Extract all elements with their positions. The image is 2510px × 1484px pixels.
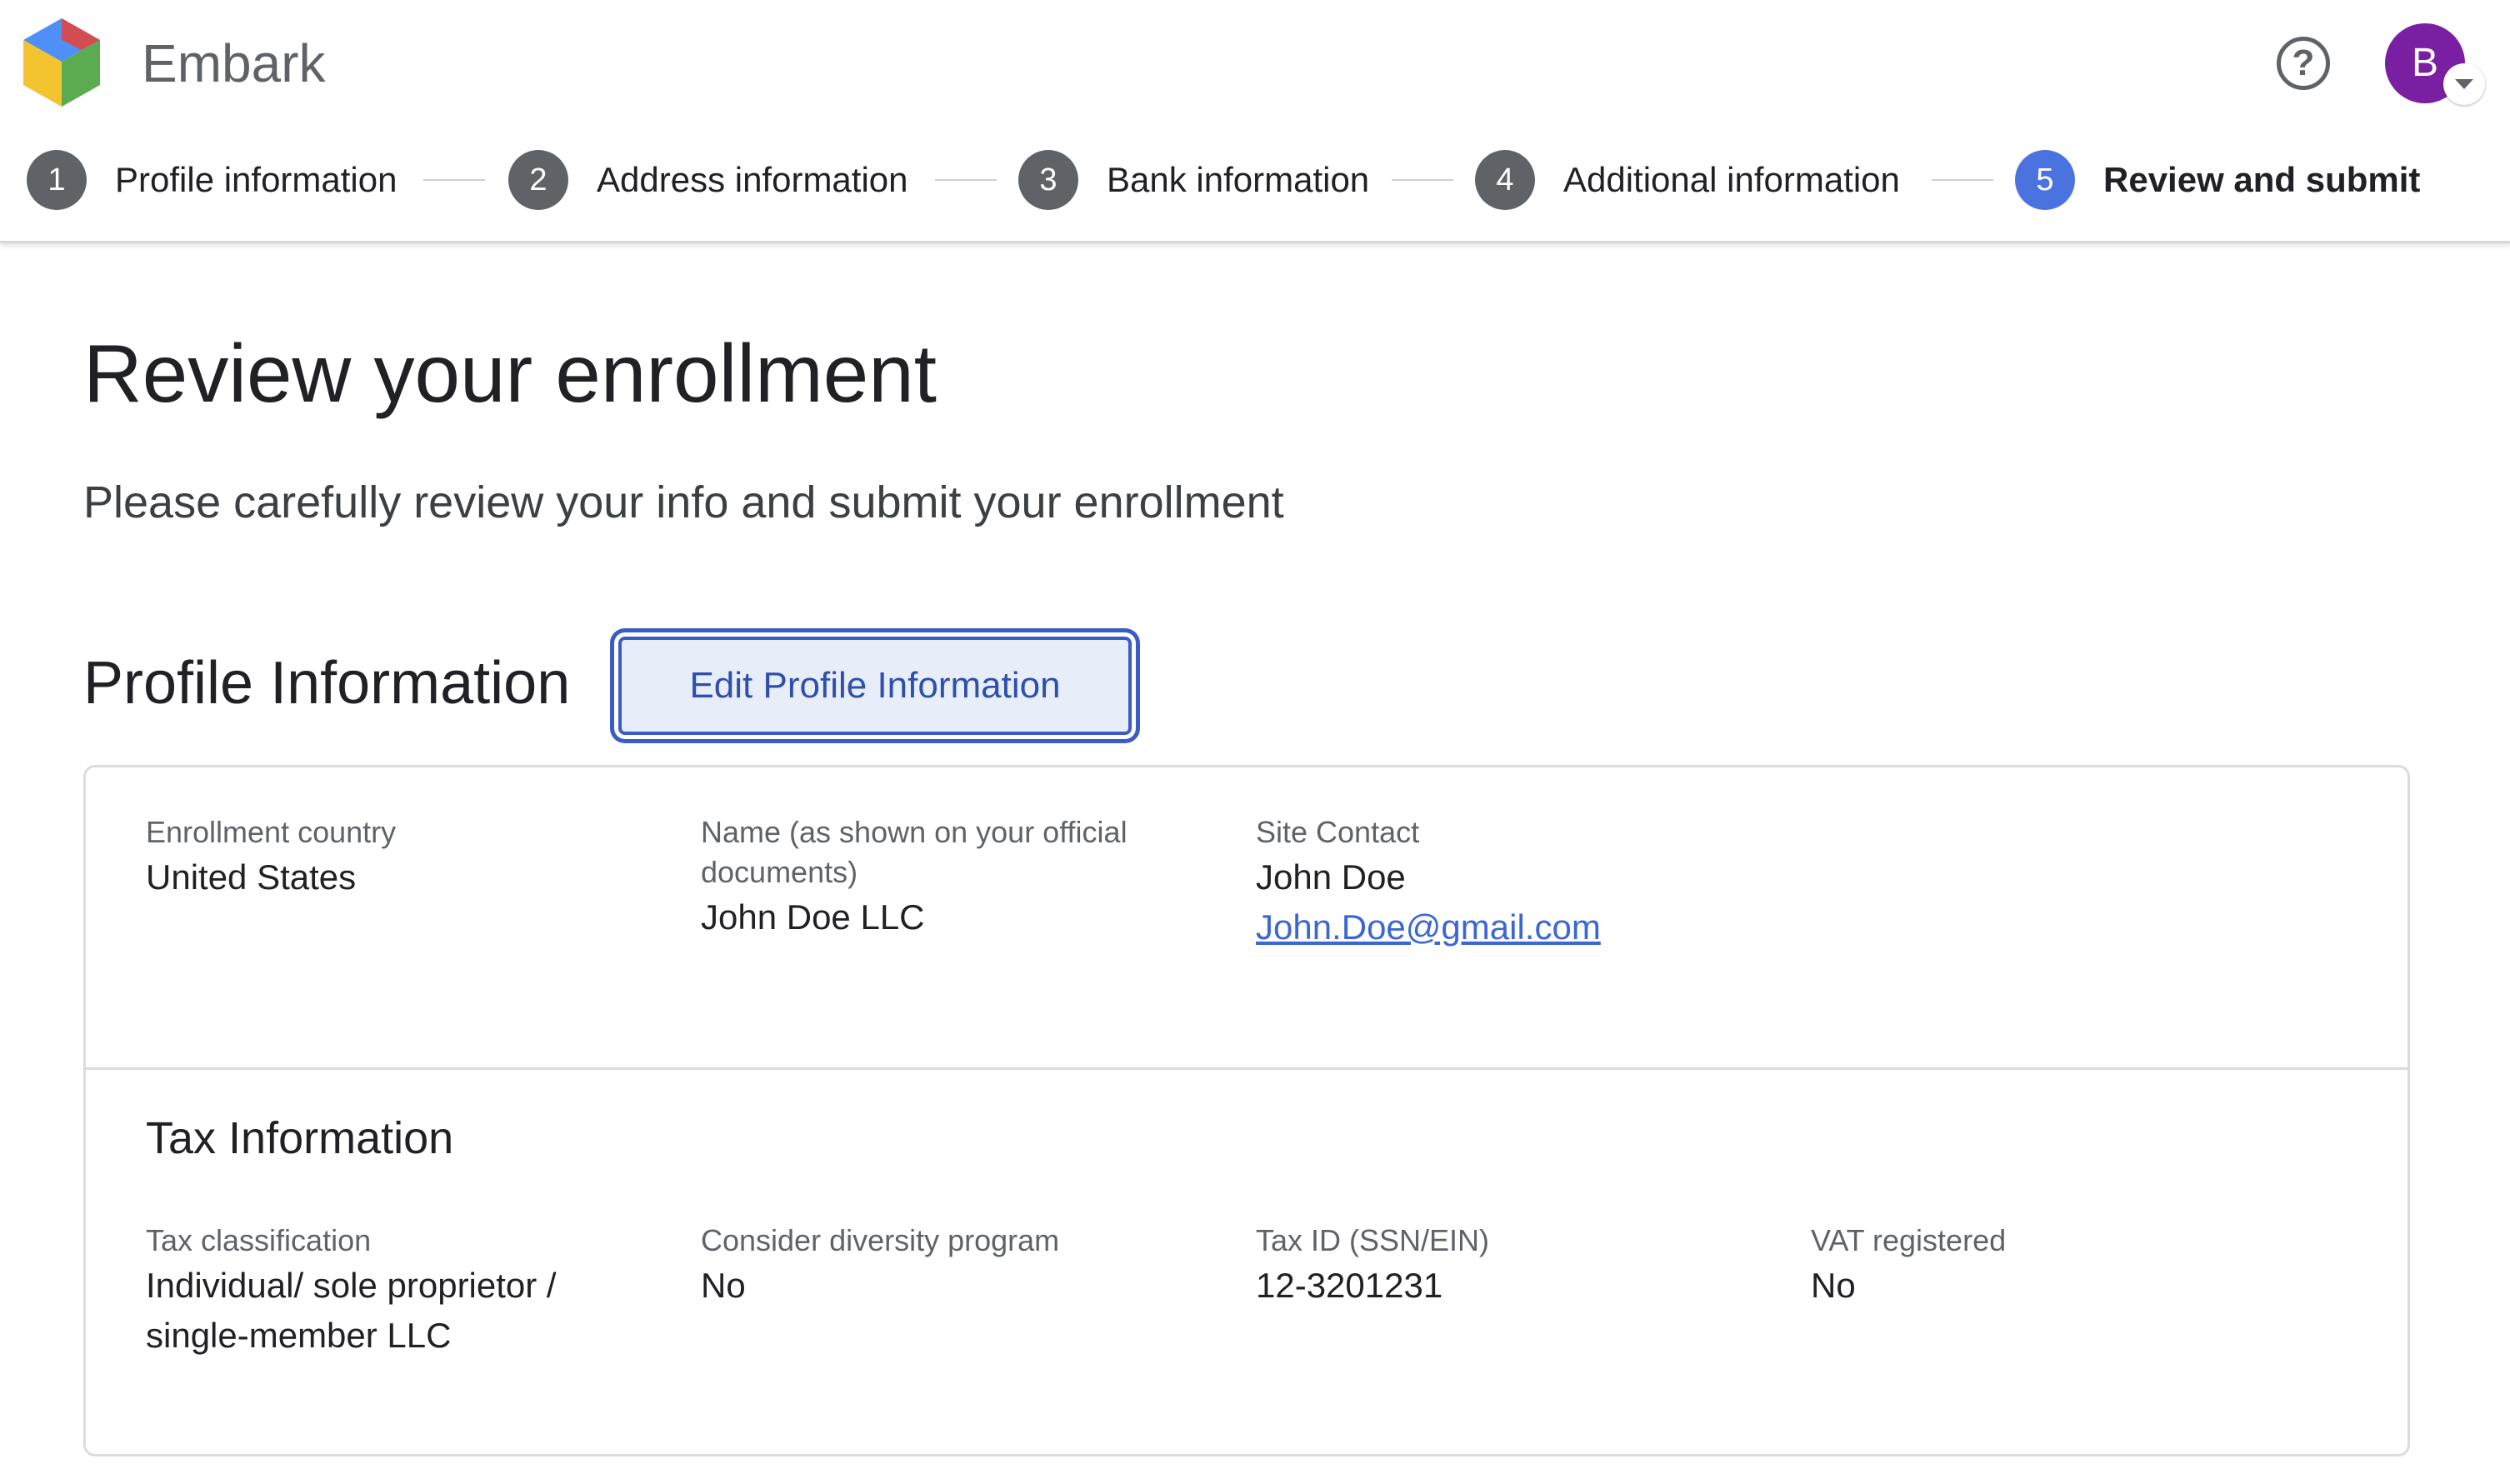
step-profile-information[interactable]: 1 Profile information	[27, 148, 397, 212]
step-connector	[423, 179, 485, 181]
field-value: 12-3201231	[1256, 1266, 1443, 1305]
step-number: 3	[1018, 150, 1078, 210]
step-connector	[1392, 179, 1453, 181]
tax-id-field: Tax ID (SSN/EIN) 12-3201231	[1256, 1221, 1756, 1311]
field-label: Site Contact	[1256, 815, 1420, 849]
field-value: No	[701, 1266, 746, 1305]
field-value: Individual/ sole proprietor / single-mem…	[146, 1266, 557, 1355]
step-label: Bank information	[1107, 160, 1370, 199]
card-divider	[86, 1067, 2408, 1070]
diversity-program-field: Consider diversity program No	[701, 1221, 1201, 1311]
step-number: 1	[27, 150, 87, 210]
field-label: Name (as shown on your official document…	[701, 815, 1128, 889]
page-title: Review your enrollment	[83, 327, 937, 419]
vat-registered-field: VAT registered No	[1811, 1221, 2311, 1311]
step-label: Additional information	[1563, 160, 1900, 199]
tax-section-title: Tax Information	[146, 1113, 454, 1163]
step-label: Address information	[597, 160, 908, 199]
step-number: 2	[508, 150, 568, 210]
site-contact-email-link[interactable]: John.Doe@gmail.com	[1256, 902, 1601, 952]
field-label: VAT registered	[1811, 1223, 2007, 1257]
step-number: 4	[1475, 150, 1535, 210]
step-address-information[interactable]: 2 Address information	[508, 148, 908, 212]
embark-logo-icon	[23, 18, 100, 107]
enrollment-country-field: Enrollment country United States	[146, 812, 646, 902]
app-name: Embark	[142, 33, 326, 93]
field-value: United States	[146, 857, 357, 897]
site-contact-field: Site Contact John Doe John.Doe@gmail.com	[1256, 812, 1756, 952]
step-bank-information[interactable]: 3 Bank information	[1018, 148, 1369, 212]
field-label: Enrollment country	[146, 815, 397, 849]
field-label: Consider diversity program	[701, 1223, 1060, 1257]
edit-profile-button[interactable]: Edit Profile Information	[618, 637, 1132, 735]
page-subtitle: Please carefully review your info and su…	[83, 477, 1284, 527]
step-additional-information[interactable]: 4 Additional information	[1475, 148, 1900, 212]
field-value: No	[1811, 1266, 1856, 1305]
profile-section-title: Profile Information	[83, 650, 571, 717]
field-label: Tax ID (SSN/EIN)	[1256, 1223, 1490, 1257]
help-icon[interactable]: ?	[2277, 37, 2330, 90]
name-field: Name (as shown on your official document…	[701, 812, 1184, 942]
step-number: 5	[2015, 150, 2075, 210]
step-label: Review and submit	[2103, 160, 2421, 199]
field-value: John Doe	[1256, 857, 1406, 897]
field-value: John Doe LLC	[701, 897, 925, 937]
step-review-and-submit[interactable]: 5 Review and submit	[2015, 148, 2420, 212]
step-connector	[1932, 179, 1993, 181]
tax-classification-field: Tax classification Individual/ sole prop…	[146, 1221, 629, 1361]
step-connector	[935, 179, 997, 181]
step-label: Profile information	[115, 160, 398, 199]
field-label: Tax classification	[146, 1223, 372, 1257]
review-card: Enrollment country United States Name (a…	[83, 765, 2410, 1457]
enrollment-stepper: 1 Profile information 2 Address informat…	[27, 148, 2493, 212]
chevron-down-icon[interactable]	[2443, 63, 2485, 105]
top-header: Embark ? B 1 Profile information 2 Addre…	[0, 0, 2510, 243]
